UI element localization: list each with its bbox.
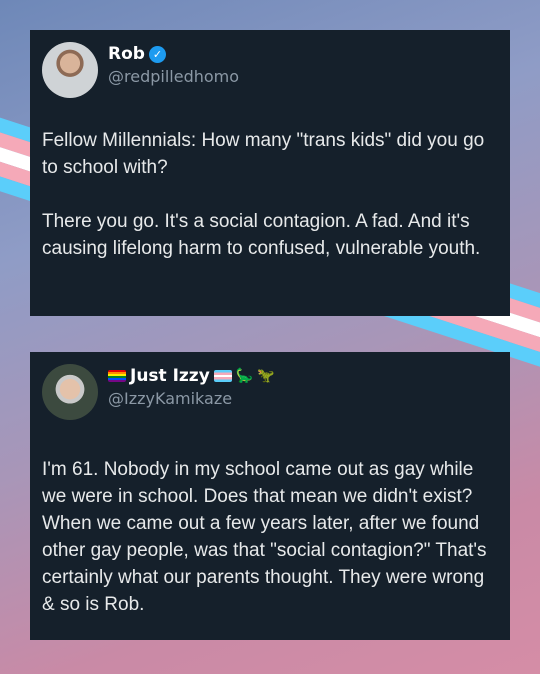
user-handle[interactable]: @IzzyKamikaze — [108, 389, 275, 408]
tweet-header: Just Izzy 🦕 🦖 @IzzyKamikaze — [42, 364, 275, 420]
sauropod-icon: 🦕 — [235, 368, 254, 384]
transgender-flag-icon — [213, 370, 232, 382]
display-name[interactable]: Just Izzy — [130, 366, 210, 386]
author-info: Rob ✓ @redpilledhomo — [108, 44, 239, 86]
tweet-header: Rob ✓ @redpilledhomo — [42, 42, 239, 98]
tweet-text-paragraph: Fellow Millennials: How many "trans kids… — [42, 130, 485, 178]
avatar[interactable] — [42, 364, 98, 420]
display-name[interactable]: Rob — [108, 44, 145, 64]
verified-badge-icon: ✓ — [148, 45, 166, 63]
t-rex-icon: 🦖 — [257, 368, 275, 384]
tweet-text-paragraph: I'm 61. Nobody in my school came out as … — [42, 459, 487, 615]
avatar[interactable] — [42, 42, 98, 98]
tweet-text-paragraph: There you go. It's a social contagion. A… — [42, 211, 481, 259]
rainbow-flag-icon — [108, 370, 126, 382]
tweet-card-izzy[interactable]: Just Izzy 🦕 🦖 @IzzyKamikaze I'm 61. Nobo… — [30, 352, 510, 640]
tweet-card-rob[interactable]: Rob ✓ @redpilledhomo Fellow Millennials:… — [30, 30, 510, 316]
author-info: Just Izzy 🦕 🦖 @IzzyKamikaze — [108, 366, 275, 408]
user-handle[interactable]: @redpilledhomo — [108, 67, 239, 86]
